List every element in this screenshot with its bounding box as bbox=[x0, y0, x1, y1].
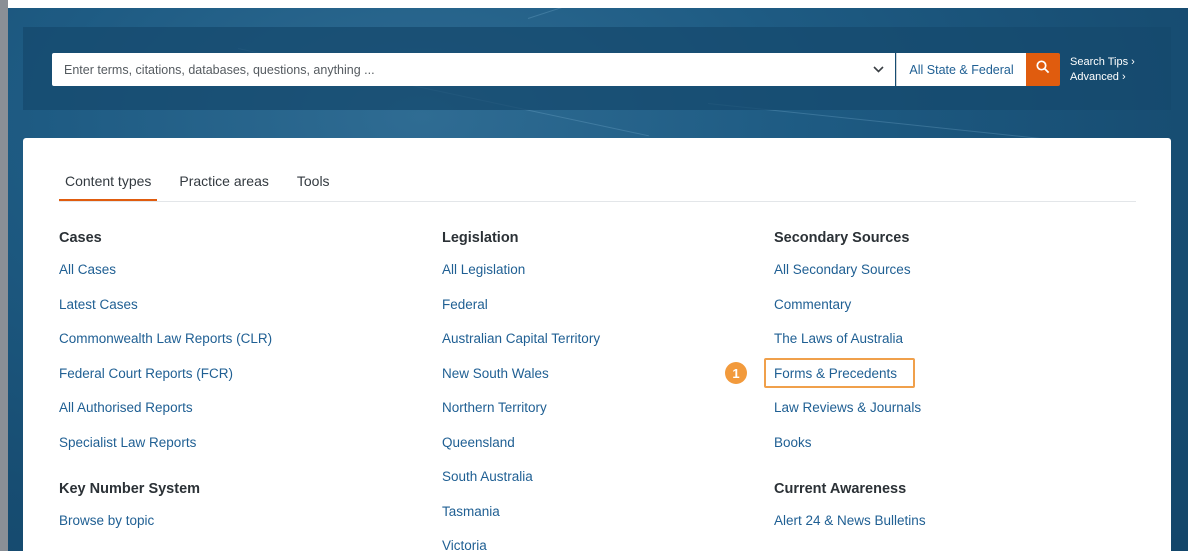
window-top-edge bbox=[0, 0, 1188, 8]
decor-line bbox=[527, 8, 814, 19]
link-alert-24[interactable]: Alert 24 & News Bulletins bbox=[774, 511, 926, 531]
link-all-secondary-sources[interactable]: All Secondary Sources bbox=[774, 260, 926, 280]
tab-practice-areas[interactable]: Practice areas bbox=[173, 160, 274, 202]
jurisdiction-selector[interactable]: All State & Federal bbox=[896, 53, 1026, 86]
link-commentary[interactable]: Commentary bbox=[774, 295, 926, 315]
search-tips-link[interactable]: Search Tips › bbox=[1070, 55, 1135, 70]
link-all-legislation[interactable]: All Legislation bbox=[442, 260, 600, 280]
link-all-cases[interactable]: All Cases bbox=[59, 260, 272, 280]
link-laws-of-australia[interactable]: The Laws of Australia bbox=[774, 329, 926, 349]
link-tas[interactable]: Tasmania bbox=[442, 502, 600, 522]
search-links: Search Tips › Advanced › bbox=[1070, 55, 1135, 85]
link-federal[interactable]: Federal bbox=[442, 295, 600, 315]
tab-divider bbox=[59, 201, 1136, 202]
link-nsw[interactable]: New South Wales bbox=[442, 364, 600, 384]
link-sa[interactable]: South Australia bbox=[442, 467, 600, 487]
link-qld[interactable]: Queensland bbox=[442, 433, 600, 453]
link-clr[interactable]: Commonwealth Law Reports (CLR) bbox=[59, 329, 272, 349]
highlight-box bbox=[764, 358, 915, 388]
secondary-sources-heading: Secondary Sources bbox=[774, 230, 910, 246]
search-icon bbox=[1036, 60, 1050, 79]
link-books[interactable]: Books bbox=[774, 433, 926, 453]
browse-panel: Content types Practice areas Tools Cases… bbox=[23, 138, 1171, 551]
link-latest-cases[interactable]: Latest Cases bbox=[59, 295, 272, 315]
link-law-reviews-journals[interactable]: Law Reviews & Journals bbox=[774, 398, 926, 418]
link-act[interactable]: Australian Capital Territory bbox=[442, 329, 600, 349]
search-button[interactable] bbox=[1026, 53, 1060, 86]
search-placeholder: Enter terms, citations, databases, quest… bbox=[64, 62, 375, 77]
chevron-down-icon[interactable] bbox=[861, 53, 895, 86]
tab-bar: Content types Practice areas Tools bbox=[59, 160, 352, 202]
key-number-heading: Key Number System bbox=[59, 480, 201, 497]
link-vic[interactable]: Victoria bbox=[442, 536, 600, 551]
link-authorised-reports[interactable]: All Authorised Reports bbox=[59, 398, 272, 418]
window-left-edge bbox=[0, 0, 8, 551]
tab-tools[interactable]: Tools bbox=[291, 160, 336, 202]
current-awareness-heading: Current Awareness bbox=[774, 480, 907, 497]
legislation-column: Legislation All Legislation Federal Aust… bbox=[442, 228, 600, 551]
cases-heading: Cases bbox=[59, 230, 102, 246]
advanced-search-link[interactable]: Advanced › bbox=[1070, 70, 1135, 85]
step-callout-badge: 1 bbox=[725, 362, 747, 384]
link-nt[interactable]: Northern Territory bbox=[442, 398, 600, 418]
legislation-heading: Legislation bbox=[442, 230, 519, 246]
search-input[interactable]: Enter terms, citations, databases, quest… bbox=[52, 53, 895, 86]
cases-column: Cases All Cases Latest Cases Commonwealt… bbox=[59, 228, 272, 531]
link-browse-by-topic[interactable]: Browse by topic bbox=[59, 511, 272, 531]
link-specialist-reports[interactable]: Specialist Law Reports bbox=[59, 433, 272, 453]
link-fcr[interactable]: Federal Court Reports (FCR) bbox=[59, 364, 272, 384]
tab-content-types[interactable]: Content types bbox=[59, 160, 158, 202]
